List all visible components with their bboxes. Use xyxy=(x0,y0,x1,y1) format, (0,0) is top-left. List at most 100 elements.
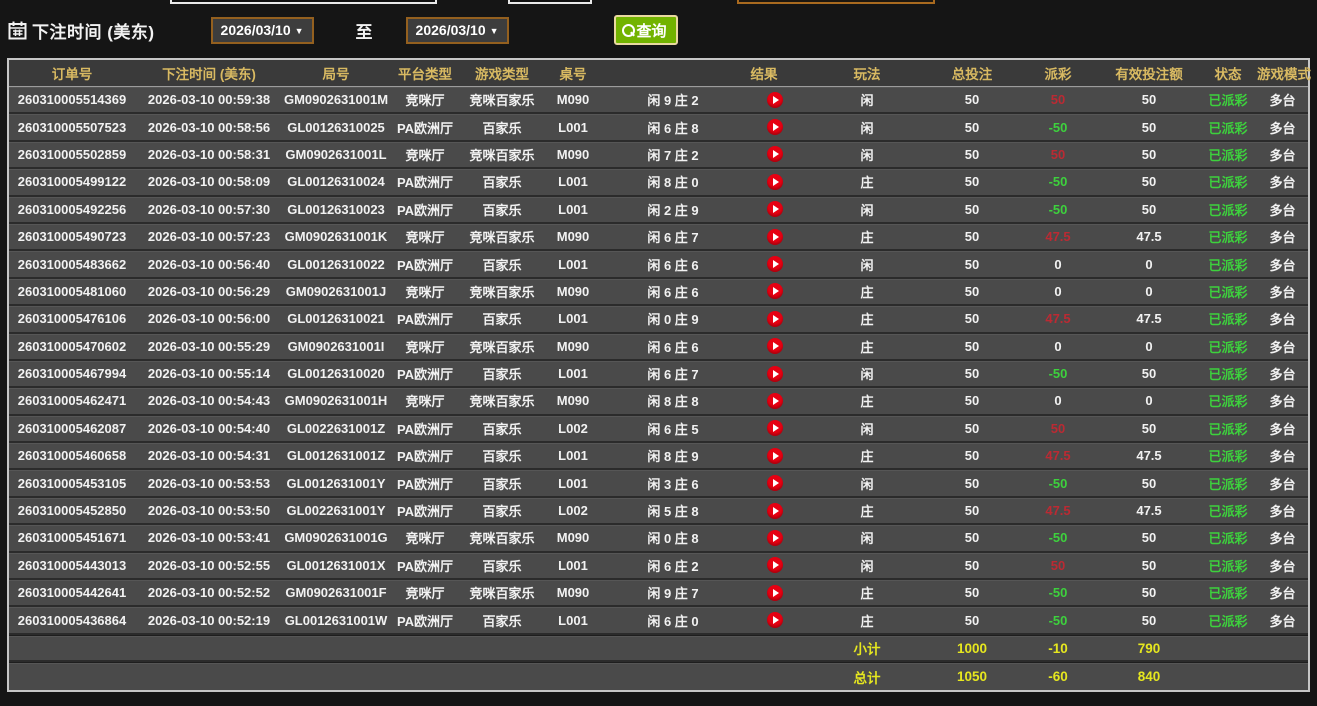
cell-total_bet: 50 xyxy=(927,443,1017,468)
cell-bet_time: 2026-03-10 00:55:29 xyxy=(135,334,283,359)
play-video-icon[interactable] xyxy=(767,283,783,299)
play-video-icon[interactable] xyxy=(767,256,783,272)
cell-round_no: GL00126310022 xyxy=(283,251,389,276)
cell-total_bet: 50 xyxy=(927,553,1017,578)
cell-video xyxy=(743,580,807,605)
cell-result: 闲 5 庄 8 xyxy=(603,498,743,523)
cell-status: 已派彩 xyxy=(1199,114,1257,139)
bet-time-filter-label: 下注时间 (美东) xyxy=(32,18,155,43)
cell-video xyxy=(743,334,807,359)
cell-total_bet: 50 xyxy=(927,251,1017,276)
date-from-value: 2026/03/10 xyxy=(221,22,291,38)
search-button[interactable]: 查询 xyxy=(614,15,678,45)
cell-platform: PA欧洲厅 xyxy=(389,607,461,632)
cell-status: 已派彩 xyxy=(1199,470,1257,495)
cell-table_no: L001 xyxy=(543,607,603,632)
table-row: 2603100054430132026-03-10 00:52:55GL0012… xyxy=(9,553,1308,580)
caret-down-icon: ▼ xyxy=(295,26,304,36)
cell-table_no: L001 xyxy=(543,470,603,495)
play-video-icon[interactable] xyxy=(767,201,783,217)
cell-status: 已派彩 xyxy=(1199,306,1257,331)
cell-total_bet: 50 xyxy=(927,388,1017,413)
cell-play: 庄 xyxy=(807,607,927,632)
column-header-bet_time: 下注时间 (美东) xyxy=(135,60,283,86)
play-video-icon[interactable] xyxy=(767,119,783,135)
cell-video xyxy=(743,525,807,550)
play-video-icon[interactable] xyxy=(767,366,783,382)
cell-mode: 多台 xyxy=(1257,416,1308,441)
cell-order_no: 260310005470602 xyxy=(9,334,135,359)
cell-status: 已派彩 xyxy=(1199,197,1257,222)
cell-platform: PA欧洲厅 xyxy=(389,197,461,222)
cell-table_no: M090 xyxy=(543,525,603,550)
play-video-icon[interactable] xyxy=(767,174,783,190)
cell-bet_time: 2026-03-10 00:55:14 xyxy=(135,361,283,386)
table-row: 2603100054620872026-03-10 00:54:40GL0022… xyxy=(9,416,1308,443)
table-row: 2603100054528502026-03-10 00:53:50GL0022… xyxy=(9,498,1308,525)
cell-video xyxy=(743,607,807,632)
subtotal-payout: -10 xyxy=(1017,636,1099,661)
table-body: 2603100055143692026-03-10 00:59:38GM0902… xyxy=(9,87,1308,635)
cell-round_no: GL0022631001Z xyxy=(283,416,389,441)
cell-bet_time: 2026-03-10 00:58:56 xyxy=(135,114,283,139)
play-video-icon[interactable] xyxy=(767,393,783,409)
cell-status: 已派彩 xyxy=(1199,498,1257,523)
cell-table_no: L001 xyxy=(543,553,603,578)
cropped-input-box xyxy=(508,0,592,4)
cell-bet_time: 2026-03-10 00:57:23 xyxy=(135,224,283,249)
play-video-icon[interactable] xyxy=(767,557,783,573)
cell-mode: 多台 xyxy=(1257,525,1308,550)
table-row: 2603100054761062026-03-10 00:56:00GL0012… xyxy=(9,306,1308,333)
table-row: 2603100054624712026-03-10 00:54:43GM0902… xyxy=(9,388,1308,415)
play-video-icon[interactable] xyxy=(767,475,783,491)
play-video-icon[interactable] xyxy=(767,612,783,628)
play-video-icon[interactable] xyxy=(767,229,783,245)
cell-total_bet: 50 xyxy=(927,169,1017,194)
cell-platform: PA欧洲厅 xyxy=(389,361,461,386)
cell-video xyxy=(743,553,807,578)
cell-platform: PA欧洲厅 xyxy=(389,416,461,441)
play-video-icon[interactable] xyxy=(767,146,783,162)
cell-order_no: 260310005476106 xyxy=(9,306,135,331)
cell-status: 已派彩 xyxy=(1199,169,1257,194)
cell-mode: 多台 xyxy=(1257,470,1308,495)
play-video-icon[interactable] xyxy=(767,420,783,436)
cell-status: 已派彩 xyxy=(1199,142,1257,167)
cell-play: 闲 xyxy=(807,142,927,167)
play-video-icon[interactable] xyxy=(767,585,783,601)
date-from-select[interactable]: 2026/03/10 ▼ xyxy=(211,17,314,44)
cell-valid_bet: 0 xyxy=(1099,388,1199,413)
cell-valid_bet: 47.5 xyxy=(1099,498,1199,523)
cropped-dropdown-box xyxy=(737,0,935,4)
cell-valid_bet: 47.5 xyxy=(1099,224,1199,249)
play-video-icon[interactable] xyxy=(767,311,783,327)
cell-status: 已派彩 xyxy=(1199,279,1257,304)
cell-play: 庄 xyxy=(807,279,927,304)
cell-round_no: GL0012631001W xyxy=(283,607,389,632)
cell-video xyxy=(743,279,807,304)
cell-bet_time: 2026-03-10 00:53:53 xyxy=(135,470,283,495)
cell-bet_time: 2026-03-10 00:54:43 xyxy=(135,388,283,413)
cell-table_no: L001 xyxy=(543,306,603,331)
cell-result: 闲 6 庄 6 xyxy=(603,334,743,359)
cell-play: 闲 xyxy=(807,114,927,139)
cell-result: 闲 8 庄 0 xyxy=(603,169,743,194)
date-to-select[interactable]: 2026/03/10 ▼ xyxy=(406,17,509,44)
play-video-icon[interactable] xyxy=(767,92,783,108)
cell-game_type: 竞咪百家乐 xyxy=(461,388,543,413)
cell-game_type: 竞咪百家乐 xyxy=(461,580,543,605)
cell-video xyxy=(743,87,807,112)
cell-valid_bet: 47.5 xyxy=(1099,443,1199,468)
cell-valid_bet: 50 xyxy=(1099,470,1199,495)
cell-game_type: 百家乐 xyxy=(461,553,543,578)
play-video-icon[interactable] xyxy=(767,503,783,519)
play-video-icon[interactable] xyxy=(767,530,783,546)
cell-order_no: 260310005462087 xyxy=(9,416,135,441)
cell-total_bet: 50 xyxy=(927,87,1017,112)
cell-payout: -50 xyxy=(1017,114,1099,139)
play-video-icon[interactable] xyxy=(767,448,783,464)
cell-mode: 多台 xyxy=(1257,197,1308,222)
column-header-order_no: 订单号 xyxy=(9,60,135,86)
cell-platform: PA欧洲厅 xyxy=(389,553,461,578)
play-video-icon[interactable] xyxy=(767,338,783,354)
